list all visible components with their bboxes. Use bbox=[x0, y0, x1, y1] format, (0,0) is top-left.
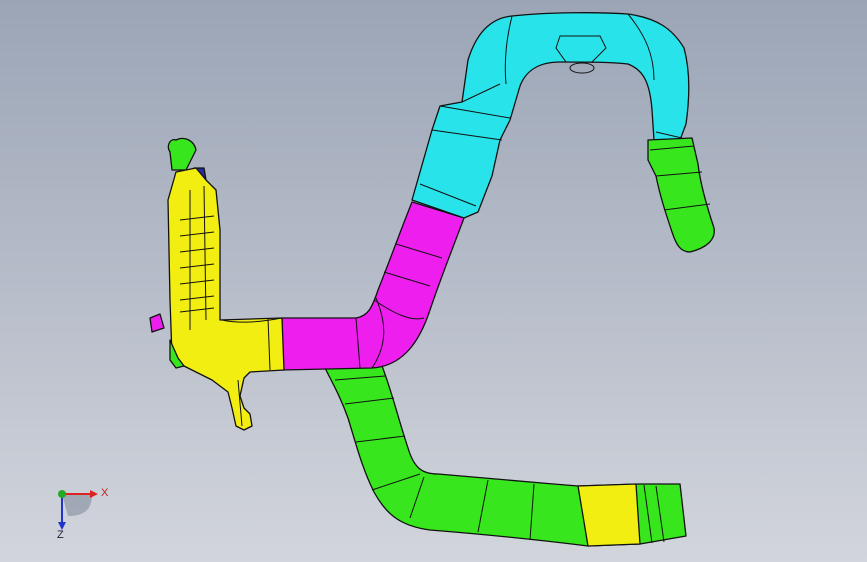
upper-connector-body bbox=[411, 12, 690, 219]
upper-connector[interactable] bbox=[411, 12, 690, 219]
3d-model-scene[interactable] bbox=[0, 0, 867, 562]
reservoir-tank[interactable] bbox=[149, 137, 285, 431]
axis-x-label: X bbox=[101, 487, 109, 499]
x-axis-arrow bbox=[90, 490, 98, 498]
pipe-elbow[interactable] bbox=[281, 201, 465, 371]
reservoir-mount-tab-top bbox=[167, 137, 197, 171]
axis-z-label: Z bbox=[57, 529, 64, 541]
pipe-elbow-body bbox=[281, 201, 465, 371]
outlet-hose-body bbox=[647, 137, 715, 253]
outlet-hose[interactable] bbox=[647, 137, 715, 253]
lower-hose[interactable] bbox=[324, 365, 687, 547]
reservoir-port bbox=[149, 313, 165, 333]
y-axis-dot bbox=[58, 490, 66, 498]
triad-shadow bbox=[62, 494, 92, 516]
lower-hose-yellow-band bbox=[577, 483, 641, 547]
model-viewport[interactable]: X Z bbox=[0, 0, 867, 562]
